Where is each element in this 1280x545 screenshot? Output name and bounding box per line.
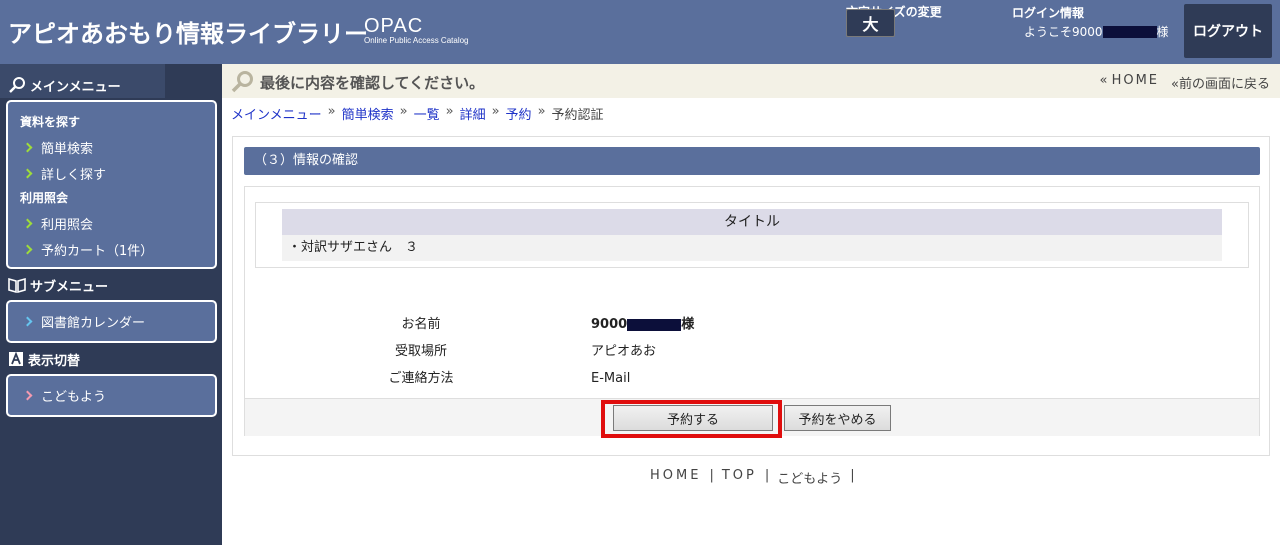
breadcrumb-current: 予約認証 bbox=[551, 108, 604, 123]
display-switch-heading: 表示切替 bbox=[0, 348, 80, 370]
chevron-right-icon bbox=[22, 218, 33, 228]
search-icon bbox=[9, 77, 25, 93]
search-category-label: 資料を探す bbox=[20, 115, 81, 129]
chevron-right-icon bbox=[22, 244, 33, 254]
welcome-prefix: ようこそ9000 bbox=[1024, 25, 1103, 39]
sidebar-item-advanced-search[interactable]: 詳しく探す bbox=[8, 160, 215, 186]
opac-main-text: OPAC bbox=[364, 15, 424, 37]
name-suffix: 様 bbox=[681, 317, 695, 332]
footer-separator: | bbox=[709, 468, 714, 483]
breadcrumb-separator: » bbox=[445, 104, 454, 119]
sidebar-item-reservation-cart[interactable]: 予約カート（1件） bbox=[8, 236, 215, 262]
masked-user-id bbox=[627, 318, 682, 331]
contact-label: ご連絡方法 bbox=[388, 371, 454, 386]
main-menu-heading-text: メインメニュー bbox=[30, 79, 121, 95]
breadcrumb-reserve[interactable]: 予約 bbox=[506, 104, 532, 123]
opac-logo: OPAC Online Public Access Catalog bbox=[364, 16, 469, 46]
breadcrumb-main-menu[interactable]: メインメニュー bbox=[231, 104, 322, 123]
sidebar-item-label: 簡単検索 bbox=[41, 141, 94, 157]
title-column-header: タイトル bbox=[282, 209, 1222, 235]
back-link-label: 前の画面に戻る bbox=[1178, 77, 1270, 92]
welcome-suffix: 様 bbox=[1156, 25, 1169, 39]
footer-separator: | bbox=[850, 468, 855, 483]
footer-home-link[interactable]: HOME bbox=[650, 468, 701, 487]
display-switch-box: こどもよう bbox=[6, 374, 217, 417]
sub-menu-heading: サブメニュー bbox=[0, 274, 108, 296]
name-label: お名前 bbox=[401, 317, 441, 332]
main-menu-box: 資料を探す 簡単検索 詳しく探す 利用照会 利用照会 予約カート（1件） bbox=[6, 100, 217, 269]
sub-menu-box: 図書館カレンダー bbox=[6, 300, 217, 343]
chevron-right-icon bbox=[22, 168, 33, 178]
breadcrumb-simple-search[interactable]: 簡単検索 bbox=[342, 104, 394, 123]
breadcrumb-detail[interactable]: 詳細 bbox=[460, 104, 486, 123]
name-prefix: 9000 bbox=[591, 317, 628, 332]
breadcrumb-separator: » bbox=[491, 104, 500, 119]
contact-value: E-Mail bbox=[591, 371, 631, 386]
back-link[interactable]: «前の画面に戻る bbox=[1171, 73, 1270, 92]
welcome-text: ようこそ9000 様 bbox=[1012, 23, 1169, 40]
confirmation-inner: タイトル ・対訳サザエさん ３ お名前 9000 様 受取場所 アピオあお ご連… bbox=[244, 186, 1261, 438]
cancel-reservation-button[interactable]: 予約をやめる bbox=[784, 405, 891, 431]
info-row-name: お名前 9000 様 bbox=[245, 311, 1261, 338]
sidebar-item-library-calendar[interactable]: 図書館カレンダー bbox=[8, 302, 215, 341]
sidebar-item-label: こどもよう bbox=[41, 390, 107, 405]
display-switch-icon bbox=[9, 351, 23, 366]
info-row-pickup: 受取場所 アピオあお bbox=[245, 338, 1261, 365]
sidebar-item-usage-inquiry[interactable]: 利用照会 bbox=[8, 210, 215, 236]
breadcrumb-separator: » bbox=[537, 104, 546, 119]
breadcrumb-list[interactable]: 一覧 bbox=[414, 104, 440, 123]
notice-links: « HOME «前の画面に戻る bbox=[1099, 73, 1270, 92]
breadcrumb-separator: » bbox=[327, 104, 336, 119]
chevron-right-icon bbox=[22, 316, 33, 327]
chevron-right-icon bbox=[22, 142, 33, 152]
font-size-large-button[interactable]: 大 bbox=[846, 9, 895, 37]
sidebar-item-simple-search[interactable]: 簡単検索 bbox=[8, 134, 215, 160]
info-row-contact: ご連絡方法 E-Mail bbox=[245, 365, 1261, 392]
login-info: ログイン情報 ようこそ9000 様 bbox=[1012, 4, 1169, 40]
sidebar-item-label: 利用照会 bbox=[41, 217, 94, 233]
notice-bar: 最後に内容を確認してください。 « HOME «前の画面に戻る bbox=[222, 64, 1280, 98]
footer-kids-link[interactable]: こどもよう bbox=[777, 468, 842, 487]
breadcrumb: メインメニュー » 簡単検索 » 一覧 » 詳細 » 予約 » 予約認証 bbox=[231, 104, 604, 123]
sidebar-item-label: 予約カート（1件） bbox=[41, 243, 154, 259]
section-heading: （３）情報の確認 bbox=[244, 147, 1260, 175]
notice-message-text: 最後に内容を確認してください。 bbox=[260, 73, 485, 92]
breadcrumb-separator: » bbox=[399, 104, 408, 119]
main-menu-heading: メインメニュー bbox=[0, 74, 121, 96]
sidebar-item-label: 詳しく探す bbox=[41, 167, 107, 183]
sub-menu-heading-text: サブメニュー bbox=[30, 279, 109, 295]
sidebar-item-kids[interactable]: こどもよう bbox=[8, 376, 215, 415]
footer-top-link[interactable]: TOP bbox=[722, 468, 757, 487]
login-info-label: ログイン情報 bbox=[1012, 6, 1085, 20]
info-table: お名前 9000 様 受取場所 アピオあお ご連絡方法 E-Mail bbox=[245, 311, 1261, 392]
header: アピオあおもり情報ライブラリー OPAC Online Public Acces… bbox=[0, 0, 1280, 64]
usage-category-label: 利用照会 bbox=[20, 191, 69, 205]
book-icon bbox=[8, 277, 26, 293]
home-link-label: HOME bbox=[1111, 73, 1160, 88]
footer-links: HOME | TOP | こどもよう | bbox=[650, 468, 855, 487]
display-switch-heading-text: 表示切替 bbox=[28, 353, 81, 369]
reserve-button[interactable]: 予約する bbox=[613, 405, 773, 431]
title-row: ・対訳サザエさん ３ bbox=[282, 235, 1222, 261]
title-table: タイトル ・対訳サザエさん ３ bbox=[255, 202, 1249, 268]
notice-message: 最後に内容を確認してください。 bbox=[230, 70, 484, 94]
sidebar-item-label: 図書館カレンダー bbox=[41, 316, 146, 331]
site-title[interactable]: アピオあおもり情報ライブラリー bbox=[8, 14, 368, 49]
magnifier-icon bbox=[231, 71, 253, 93]
button-area: 予約する 予約をやめる bbox=[245, 398, 1259, 438]
name-value: 9000 様 bbox=[591, 311, 694, 338]
home-link[interactable]: « HOME bbox=[1099, 73, 1159, 92]
sidebar: メインメニュー 資料を探す 簡単検索 詳しく探す 利用照会 利用照会 予約カート… bbox=[0, 64, 222, 545]
pickup-value: アピオあお bbox=[591, 344, 657, 359]
logout-button[interactable]: ログアウト bbox=[1184, 4, 1272, 58]
confirmation-panel: （３）情報の確認 タイトル ・対訳サザエさん ３ お名前 9000 様 受取場所… bbox=[232, 136, 1270, 456]
chevron-right-icon bbox=[22, 390, 33, 401]
opac-sub-text: Online Public Access Catalog bbox=[364, 36, 469, 45]
pickup-label: 受取場所 bbox=[394, 344, 447, 359]
masked-user-id bbox=[1102, 25, 1157, 38]
footer-separator: | bbox=[764, 468, 770, 483]
font-size-switcher: 文字サイズの変更 小 中 大 bbox=[846, 3, 942, 37]
